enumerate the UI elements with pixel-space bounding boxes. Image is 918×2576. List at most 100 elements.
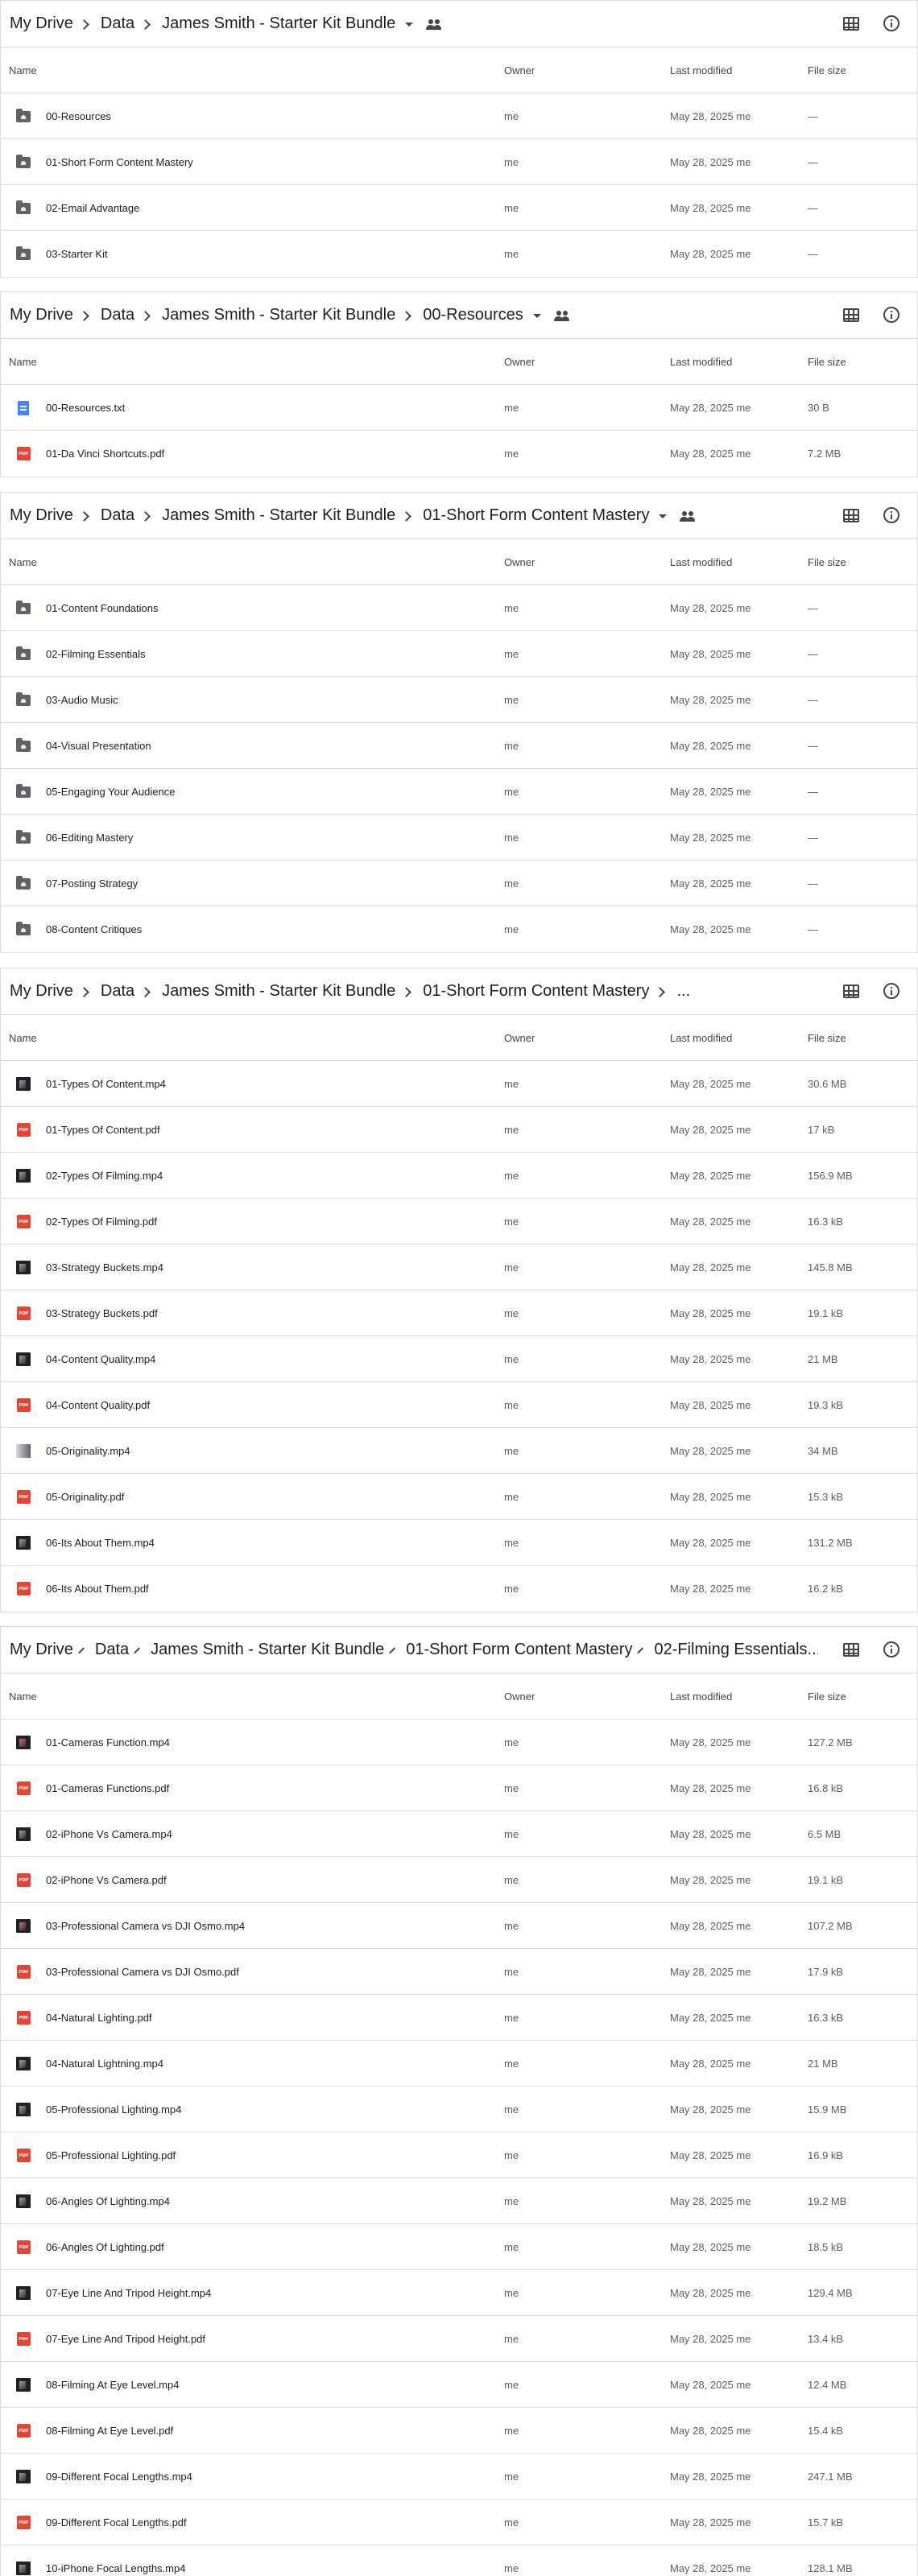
file-row[interactable]: PDF 05-Professional Lighting.pdf me May 28,… [1, 2132, 917, 2178]
column-header-last-modified[interactable]: Last modified [670, 1032, 732, 1044]
column-header-name[interactable]: Name [9, 1032, 37, 1044]
file-row[interactable]: 05-Engaging Your Audience me May 28, 2025 … [1, 769, 917, 815]
dropdown-arrow-icon[interactable] [659, 514, 668, 518]
file-row[interactable]: PDF 03-Professional Camera vs DJI Osmo.pd… [1, 1949, 917, 1995]
info-icon[interactable] [883, 307, 899, 323]
file-row[interactable]: 01-Types Of Content.mp4 me May 28, 2025 me… [1, 1061, 917, 1107]
column-header-owner[interactable]: Owner [504, 64, 535, 76]
info-icon[interactable] [883, 507, 899, 523]
breadcrumb-item[interactable]: Data [101, 14, 134, 33]
file-row[interactable]: 00-Resources.txt me May 28, 2025 me 30 B [1, 385, 917, 431]
file-row[interactable]: PDF 05-Originality.pdf me May 28, 2025 me 15… [1, 1474, 917, 1520]
file-row[interactable]: PDF 07-Eye Line And Tripod Height.pdf me Ma… [1, 2316, 917, 2362]
file-row[interactable]: 04-Natural Lightning.mp4 me May 28, 2025 m… [1, 2041, 917, 2087]
file-row[interactable]: 01-Short Form Content Mastery me May 28, 2… [1, 139, 917, 185]
file-row[interactable]: 02-Email Advantage me May 28, 2025 me — [1, 185, 917, 231]
file-row[interactable]: 04-Visual Presentation me May 28, 2025 me — [1, 723, 917, 769]
grid-view-icon[interactable] [843, 509, 859, 522]
info-icon[interactable] [883, 15, 899, 31]
column-header-name[interactable]: Name [9, 356, 37, 368]
breadcrumb-item[interactable]: Data [95, 1641, 129, 1659]
file-row[interactable]: PDF 06-Angles Of Lighting.pdf me May 28, 20… [1, 2224, 917, 2270]
file-row[interactable]: PDF 02-iPhone Vs Camera.pdf me May 28, 2025… [1, 1857, 917, 1903]
breadcrumb-item[interactable]: Data [101, 982, 134, 1001]
file-row[interactable]: PDF 04-Natural Lighting.pdf me May 28, 2025… [1, 1995, 917, 2041]
file-row[interactable]: PDF 06-Its About Them.pdf me May 28, 2025 m… [1, 1566, 917, 1612]
file-row[interactable]: 02-Types Of Filming.mp4 me May 28, 2025 me… [1, 1153, 917, 1199]
breadcrumb-item[interactable]: James Smith - Starter Kit Bundle [162, 506, 395, 525]
breadcrumb-item[interactable]: 00-Resources [423, 306, 523, 324]
dropdown-arrow-icon[interactable] [532, 314, 541, 318]
column-header-file-size[interactable]: File size [808, 64, 846, 76]
breadcrumb-item[interactable]: James Smith - Starter Kit Bundle [162, 982, 395, 1001]
file-row[interactable]: 03-Professional Camera vs DJI Osmo.mp4 me… [1, 1903, 917, 1949]
file-row[interactable]: PDF 09-Different Focal Lengths.pdf me May 2… [1, 2500, 917, 2545]
breadcrumb-item[interactable]: 01-Short Form Content Mastery [406, 1641, 632, 1659]
file-row[interactable]: 08-Filming At Eye Level.mp4 me May 28, 202… [1, 2362, 917, 2408]
column-header-file-size[interactable]: File size [808, 356, 846, 368]
breadcrumb-item[interactable]: My Drive [10, 982, 73, 1001]
column-header-last-modified[interactable]: Last modified [670, 556, 732, 568]
file-size: 15.9 MB [808, 2103, 847, 2116]
breadcrumb-item[interactable]: Data [101, 506, 134, 525]
file-row[interactable]: 03-Starter Kit me May 28, 2025 me — [1, 231, 917, 277]
breadcrumb-item[interactable]: James Smith - Starter Kit Bundle [151, 1641, 384, 1659]
file-row[interactable]: 09-Different Focal Lengths.mp4 me May 28, … [1, 2454, 917, 2500]
breadcrumb-item[interactable]: My Drive [10, 506, 73, 525]
column-header-file-size[interactable]: File size [808, 1690, 846, 1703]
breadcrumb-item[interactable]: 02-Filming Essentials... [654, 1641, 818, 1659]
grid-view-icon[interactable] [843, 17, 859, 31]
file-row[interactable]: 03-Audio Music me May 28, 2025 me — [1, 677, 917, 723]
column-header-owner[interactable]: Owner [504, 1690, 535, 1703]
file-row[interactable]: 07-Eye Line And Tripod Height.mp4 me May 2… [1, 2270, 917, 2316]
file-row[interactable]: PDF 04-Content Quality.pdf me May 28, 2025 … [1, 1382, 917, 1428]
column-header-name[interactable]: Name [9, 556, 37, 568]
breadcrumb-item[interactable]: 01-Short Form Content Mastery [423, 506, 649, 525]
file-row[interactable]: PDF 08-Filming At Eye Level.pdf me May 28, … [1, 2408, 917, 2454]
dropdown-arrow-icon[interactable] [405, 23, 414, 27]
column-header-last-modified[interactable]: Last modified [670, 64, 732, 76]
file-row[interactable]: 05-Originality.mp4 me May 28, 2025 me 34 MB [1, 1428, 917, 1474]
column-header-name[interactable]: Name [9, 1690, 37, 1703]
breadcrumb-item[interactable]: ... [676, 982, 690, 1001]
grid-view-icon[interactable] [843, 1643, 859, 1657]
grid-view-icon[interactable] [843, 308, 859, 322]
column-header-owner[interactable]: Owner [504, 556, 535, 568]
file-row[interactable]: PDF 01-Da Vinci Shortcuts.pdf me May 28, 20… [1, 431, 917, 477]
file-row[interactable]: PDF 02-Types Of Filming.pdf me May 28, 2025… [1, 1199, 917, 1245]
info-icon[interactable] [883, 1641, 899, 1657]
file-row[interactable]: 06-Editing Mastery me May 28, 2025 me — [1, 815, 917, 861]
file-row[interactable]: 01-Content Foundations me May 28, 2025 me — [1, 585, 917, 631]
column-header-last-modified[interactable]: Last modified [670, 356, 732, 368]
file-row[interactable]: 02-Filming Essentials me May 28, 2025 me — [1, 631, 917, 677]
file-row[interactable]: 00-Resources me May 28, 2025 me — [1, 93, 917, 139]
column-header-file-size[interactable]: File size [808, 1032, 846, 1044]
file-row[interactable]: 01-Cameras Function.mp4 me May 28, 2025 me… [1, 1719, 917, 1765]
info-icon[interactable] [883, 983, 899, 999]
breadcrumb-item[interactable]: James Smith - Starter Kit Bundle [162, 14, 395, 33]
file-row[interactable]: 06-Angles Of Lighting.mp4 me May 28, 2025 … [1, 2178, 917, 2224]
file-row[interactable]: 10-iPhone Focal Lengths.mp4 me May 28, 202… [1, 2545, 917, 2576]
column-header-name[interactable]: Name [9, 64, 37, 76]
column-header-file-size[interactable]: File size [808, 556, 846, 568]
file-row[interactable]: PDF 01-Cameras Functions.pdf me May 28, 202… [1, 1765, 917, 1811]
file-row[interactable]: 05-Professional Lighting.mp4 me May 28, 20… [1, 2087, 917, 2132]
file-row[interactable]: PDF 01-Types Of Content.pdf me May 28, 2025… [1, 1107, 917, 1153]
column-header-owner[interactable]: Owner [504, 356, 535, 368]
file-row[interactable]: 06-Its About Them.mp4 me May 28, 2025 me 13… [1, 1520, 917, 1566]
grid-view-icon[interactable] [843, 985, 859, 998]
file-row[interactable]: PDF 03-Strategy Buckets.pdf me May 28, 2025… [1, 1290, 917, 1336]
file-row[interactable]: 04-Content Quality.mp4 me May 28, 2025 me 2… [1, 1336, 917, 1382]
column-header-owner[interactable]: Owner [504, 1032, 535, 1044]
file-row[interactable]: 02-iPhone Vs Camera.mp4 me May 28, 2025 me… [1, 1811, 917, 1857]
breadcrumb-item[interactable]: My Drive [10, 14, 73, 33]
file-row[interactable]: 07-Posting Strategy me May 28, 2025 me — [1, 861, 917, 906]
breadcrumb-item[interactable]: 01-Short Form Content Mastery [423, 982, 649, 1001]
breadcrumb-item[interactable]: My Drive [10, 1641, 73, 1659]
breadcrumb-item[interactable]: James Smith - Starter Kit Bundle [162, 306, 395, 324]
file-row[interactable]: 03-Strategy Buckets.mp4 me May 28, 2025 me… [1, 1245, 917, 1290]
column-header-last-modified[interactable]: Last modified [670, 1690, 732, 1703]
breadcrumb-item[interactable]: My Drive [10, 306, 73, 324]
file-row[interactable]: 08-Content Critiques me May 28, 2025 me — [1, 906, 917, 952]
breadcrumb-item[interactable]: Data [101, 306, 134, 324]
